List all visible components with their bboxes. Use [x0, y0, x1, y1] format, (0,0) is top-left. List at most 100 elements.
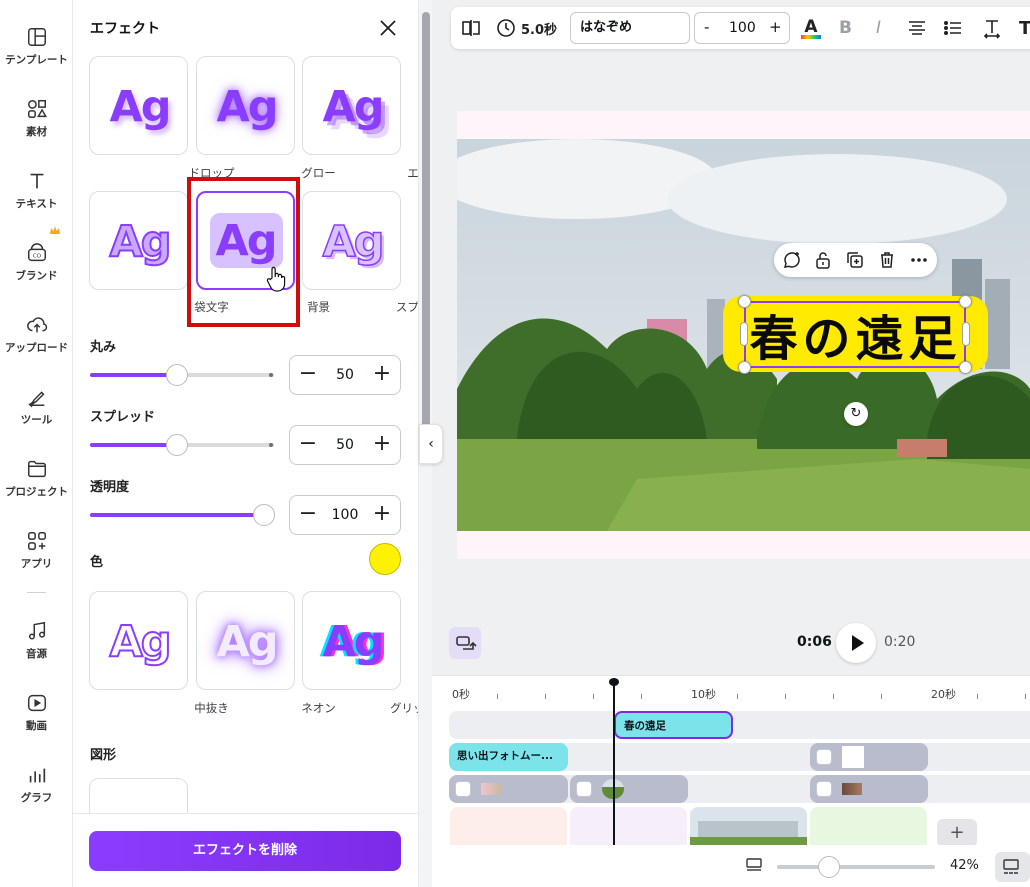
roundness-slider[interactable]: [90, 363, 274, 387]
effect-label: 中抜き: [194, 701, 229, 715]
roundness-value[interactable]: 50: [326, 356, 364, 394]
font-selector[interactable]: はなぞめ: [570, 12, 690, 44]
effect-preview: Ag: [216, 616, 278, 667]
effect-drop[interactable]: Ag: [89, 56, 188, 155]
opacity-value[interactable]: 100: [326, 496, 364, 534]
rail-item-charts[interactable]: グラフ: [0, 742, 73, 808]
side-handle[interactable]: [962, 322, 970, 346]
zoom-knob[interactable]: [818, 856, 841, 878]
more-icon[interactable]: [909, 250, 929, 270]
lock-icon[interactable]: [813, 250, 833, 270]
effect-glitch[interactable]: Ag: [302, 591, 401, 690]
duplicate-icon[interactable]: [845, 250, 865, 270]
folder-icon: [27, 460, 46, 478]
font-size-value[interactable]: 100: [729, 20, 756, 36]
italic-icon[interactable]: I: [876, 7, 881, 49]
timeline-clip-memories[interactable]: 思い出フォトムー...: [449, 743, 568, 771]
playhead-marker-icon[interactable]: [609, 678, 619, 686]
timeline-lane: [449, 711, 1030, 739]
effect-splice[interactable]: Ag: [302, 191, 401, 290]
effect-hollow[interactable]: Ag: [89, 591, 188, 690]
resize-handle[interactable]: [959, 295, 972, 308]
slider-fill: [90, 443, 177, 447]
rail-item-projects[interactable]: プロジェクト: [0, 436, 73, 502]
effect-preview: Ag: [109, 81, 171, 132]
timeline-clip-image[interactable]: [810, 775, 928, 803]
side-handle[interactable]: [740, 322, 748, 346]
timeline-clip-image[interactable]: [449, 775, 568, 803]
scene-thumbnail[interactable]: [690, 807, 807, 847]
rail-item-tools[interactable]: ツール: [0, 364, 73, 430]
spread-value[interactable]: 50: [326, 426, 364, 464]
effect-echo[interactable]: Ag: [302, 56, 401, 155]
scene-thumbnail[interactable]: [450, 807, 567, 847]
rail-item-audio[interactable]: 音源: [0, 598, 73, 664]
effect-neon[interactable]: Ag: [196, 591, 295, 690]
element-context-menu: [774, 243, 937, 277]
text-color-button[interactable]: A: [800, 7, 822, 49]
scene-thumbnail[interactable]: [810, 807, 927, 847]
opacity-slider[interactable]: [90, 503, 275, 527]
rail-item-upload[interactable]: アップロード: [0, 292, 73, 358]
font-size-plus[interactable]: +: [769, 18, 782, 36]
resize-handle[interactable]: [738, 295, 751, 308]
rail-item-elements[interactable]: 素材: [0, 76, 73, 142]
close-icon[interactable]: [378, 18, 398, 38]
effect-outline[interactable]: Ag: [89, 191, 188, 290]
music-icon: [28, 621, 45, 640]
minus-button[interactable]: −: [290, 426, 326, 464]
rotate-handle-icon[interactable]: ↻: [844, 402, 868, 426]
zoom-slider[interactable]: [777, 865, 935, 869]
rail-item-text[interactable]: テキスト: [0, 148, 73, 214]
rail-item-brand[interactable]: CO ブランド: [0, 220, 73, 286]
plus-button[interactable]: +: [364, 496, 400, 534]
comment-icon[interactable]: [782, 250, 802, 270]
ruler-tick: [833, 694, 834, 699]
align-center-icon[interactable]: [907, 7, 927, 49]
plus-button[interactable]: +: [364, 356, 400, 394]
timeline-clip-image[interactable]: [570, 775, 688, 803]
spacing-icon[interactable]: [981, 7, 1003, 49]
slider-knob[interactable]: [166, 364, 188, 386]
effect-preview: Ag: [322, 616, 384, 667]
rail-label: ブランド: [15, 270, 58, 282]
loop-button[interactable]: [449, 627, 481, 659]
clip-thumbnail: [481, 783, 501, 795]
resize-handle[interactable]: [738, 361, 751, 374]
bold-icon[interactable]: B: [839, 7, 852, 49]
minus-button[interactable]: −: [290, 496, 326, 534]
effect-glow[interactable]: Ag: [196, 56, 295, 155]
rail-item-templates[interactable]: テンプレート: [0, 4, 73, 70]
rail-item-apps[interactable]: アプリ: [0, 508, 73, 574]
add-scene-button[interactable]: +: [937, 819, 977, 847]
flip-button[interactable]: [461, 7, 481, 49]
ruler-tick: [593, 694, 594, 699]
slider-knob[interactable]: [166, 434, 188, 456]
spread-slider[interactable]: [90, 433, 274, 457]
animation-icon: [576, 781, 592, 797]
timeline-clip-image[interactable]: [810, 743, 928, 771]
resize-handle[interactable]: [959, 361, 972, 374]
list-icon[interactable]: [943, 7, 963, 49]
timeline-clip-title[interactable]: 春の遠足: [614, 711, 733, 739]
delete-icon[interactable]: [877, 250, 897, 270]
grid-view-button[interactable]: [995, 852, 1030, 882]
slider-knob[interactable]: [253, 504, 275, 526]
notes-icon[interactable]: [745, 856, 763, 874]
effect-preview: Ag: [108, 216, 172, 268]
duration-button[interactable]: 5.0秒: [496, 7, 557, 49]
chart-icon: [29, 768, 45, 783]
text-case-icon[interactable]: T: [1019, 7, 1030, 49]
scrollbar-thumb[interactable]: [422, 12, 430, 442]
minus-button[interactable]: −: [290, 356, 326, 394]
font-size-minus[interactable]: -: [704, 18, 709, 36]
scene-thumbnail[interactable]: [570, 807, 687, 847]
color-swatch[interactable]: [369, 543, 401, 575]
play-button[interactable]: [836, 623, 876, 663]
delete-effect-button[interactable]: エフェクトを削除: [89, 831, 401, 871]
collapse-panel-button[interactable]: ‹: [419, 424, 443, 464]
ruler-tick: [977, 694, 978, 699]
opacity-stepper: − 100 +: [289, 495, 401, 535]
plus-button[interactable]: +: [364, 426, 400, 464]
rail-item-video[interactable]: 動画: [0, 670, 73, 736]
